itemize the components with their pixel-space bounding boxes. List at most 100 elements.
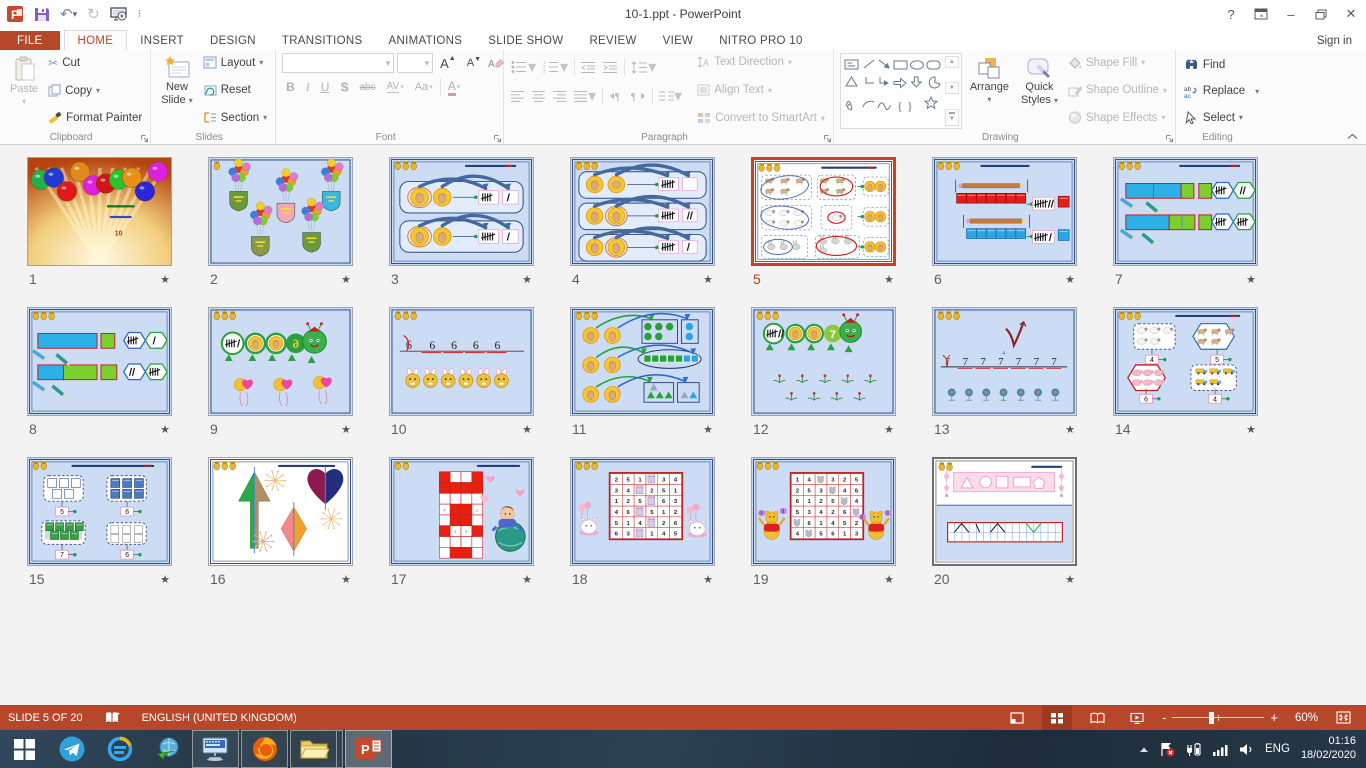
volume-icon[interactable] — [1239, 743, 1254, 756]
slide-thumbnail[interactable] — [751, 157, 896, 266]
font-name-combo[interactable]: ▾ — [282, 53, 394, 73]
zoom-in-button[interactable]: + — [1270, 710, 1278, 725]
cut-button[interactable]: ✂ Cut — [46, 55, 144, 71]
idm-icon[interactable] — [144, 730, 192, 768]
format-painter-button[interactable]: Format Painter — [46, 110, 144, 125]
paragraph-dialog-launcher[interactable] — [823, 134, 832, 143]
zoom-slider-knob[interactable] — [1209, 712, 1214, 724]
align-center-button[interactable] — [531, 89, 547, 104]
collapse-ribbon-button[interactable] — [1347, 133, 1358, 140]
underline-button[interactable]: U — [317, 80, 334, 94]
slide-thumbnail[interactable]: 7 — [751, 307, 896, 416]
slide-indicator[interactable]: SLIDE 5 OF 20 — [8, 712, 83, 724]
reset-button[interactable]: Reset — [201, 83, 269, 98]
tab-nitro-pro[interactable]: NITRO PRO 10 — [706, 31, 815, 50]
slide-thumbnail[interactable] — [570, 157, 715, 266]
start-button[interactable] — [0, 730, 48, 768]
slide-thumbnail[interactable] — [932, 157, 1077, 266]
columns-button[interactable]: ▾ — [658, 85, 683, 107]
hidden-icons-button[interactable] — [1139, 746, 1149, 753]
tab-design[interactable]: DESIGN — [197, 31, 269, 50]
strikethrough-button[interactable]: abc — [355, 82, 379, 93]
drawing-dialog-launcher[interactable] — [1165, 134, 1174, 143]
tab-slide-show[interactable]: SLIDE SHOW — [475, 31, 576, 50]
tab-insert[interactable]: INSERT — [127, 31, 197, 50]
clear-formatting-button[interactable]: A — [488, 56, 504, 70]
slide-thumbnail[interactable] — [570, 307, 715, 416]
convert-to-smartart-button[interactable]: Convert to SmartArt▾ — [695, 111, 827, 125]
slide-show-button[interactable] — [1122, 705, 1152, 730]
zoom-level[interactable]: 60% — [1288, 712, 1318, 724]
firefox-icon[interactable] — [241, 730, 288, 768]
align-left-button[interactable] — [510, 89, 526, 104]
slide-thumbnail[interactable]: 143252534661254534266145245613 — [751, 457, 896, 566]
start-from-beginning-icon[interactable] — [110, 6, 128, 22]
ribbon-display-options-button[interactable] — [1246, 0, 1276, 28]
internet-explorer-icon[interactable] — [96, 730, 144, 768]
close-button[interactable]: ✕ — [1336, 0, 1366, 28]
fit-slide-to-window-button[interactable] — [1328, 705, 1358, 730]
spell-check-icon[interactable] — [105, 711, 120, 724]
decrease-font-size-button[interactable]: A▼ — [463, 57, 485, 69]
sign-in-link[interactable]: Sign in — [1303, 31, 1366, 50]
decrease-indent-button[interactable] — [580, 60, 597, 75]
increase-indent-button[interactable] — [602, 60, 619, 75]
align-right-button[interactable] — [552, 89, 568, 104]
justify-button[interactable]: ▾ — [573, 85, 597, 107]
battery-icon[interactable] — [1186, 742, 1201, 757]
slide-thumbnail[interactable] — [389, 157, 534, 266]
tab-review[interactable]: REVIEW — [576, 31, 649, 50]
undo-button[interactable]: ↶▾ — [60, 5, 77, 23]
character-spacing-button[interactable]: AV▾ — [383, 81, 408, 93]
align-text-button[interactable]: Align Text▾ — [695, 83, 827, 97]
font-dialog-launcher[interactable] — [493, 134, 502, 143]
copy-button[interactable]: Copy▾ — [46, 83, 144, 98]
save-icon[interactable] — [34, 6, 50, 22]
select-button[interactable]: Select▾ — [1182, 110, 1261, 125]
new-slide-button[interactable]: New Slide ▾ — [157, 53, 197, 129]
quick-styles-button[interactable]: Quick Styles ▾ — [1017, 53, 1062, 129]
tab-view[interactable]: VIEW — [650, 31, 707, 50]
bold-button[interactable]: B — [282, 80, 299, 94]
slide-thumbnail[interactable]: 4564 — [1113, 307, 1258, 416]
italic-button[interactable]: I — [302, 80, 314, 95]
language-indicator[interactable]: ENGLISH (UNITED KINGDOM) — [142, 712, 297, 724]
slide-thumbnail[interactable] — [932, 457, 1077, 566]
slide-thumbnail[interactable]: 10 — [27, 157, 172, 266]
slide-thumbnail[interactable]: 6 — [208, 307, 353, 416]
qat-customize-icon[interactable]: ⁝ — [138, 9, 141, 20]
slide-sorter-view-button[interactable] — [1042, 705, 1072, 730]
telegram-icon[interactable] — [48, 730, 96, 768]
powerpoint-taskbar-icon[interactable]: P — [345, 730, 392, 768]
slide-thumbnail[interactable]: 251343425112563465125142663145 — [570, 457, 715, 566]
redo-button[interactable]: ↻ — [87, 5, 100, 23]
paste-button[interactable]: Paste ▾ — [6, 53, 42, 129]
tab-transitions[interactable]: TRANSITIONS — [269, 31, 376, 50]
file-explorer-group-indicator[interactable] — [337, 730, 343, 768]
zoom-out-button[interactable]: - — [1162, 710, 1166, 725]
file-explorer-icon[interactable] — [290, 730, 337, 768]
shadow-button[interactable]: S — [336, 80, 352, 94]
text-direction-button[interactable]: A Text Direction▾ — [695, 55, 827, 69]
minimize-button[interactable]: – — [1276, 0, 1306, 28]
tab-home[interactable]: HOME — [64, 30, 128, 51]
slide-thumbnail[interactable] — [208, 157, 353, 266]
rtl-direction-button[interactable]: ¶ — [630, 89, 647, 103]
clipboard-dialog-launcher[interactable] — [140, 134, 149, 143]
increase-font-size-button[interactable]: A▲ — [436, 56, 460, 71]
find-button[interactable]: Find — [1182, 57, 1261, 72]
font-size-combo[interactable]: ▾ — [397, 53, 433, 73]
change-case-button[interactable]: Aa▾ — [411, 81, 437, 93]
shapes-more[interactable]: ▬▼ — [945, 109, 959, 126]
tab-animations[interactable]: ANIMATIONS — [376, 31, 476, 50]
shape-fill-button[interactable]: Shape Fill▾ — [1066, 55, 1169, 70]
tray-language[interactable]: ENG — [1265, 743, 1290, 755]
normal-view-button[interactable] — [1002, 705, 1032, 730]
slide-thumbnail[interactable] — [208, 457, 353, 566]
layout-button[interactable]: Layout▾ — [201, 55, 269, 70]
ltr-direction-button[interactable]: ¶ — [608, 89, 625, 103]
action-center-icon[interactable] — [1160, 742, 1175, 757]
restore-button[interactable] — [1306, 0, 1336, 28]
reading-view-button[interactable] — [1082, 705, 1112, 730]
shape-outline-button[interactable]: Shape Outline▾ — [1066, 83, 1169, 98]
